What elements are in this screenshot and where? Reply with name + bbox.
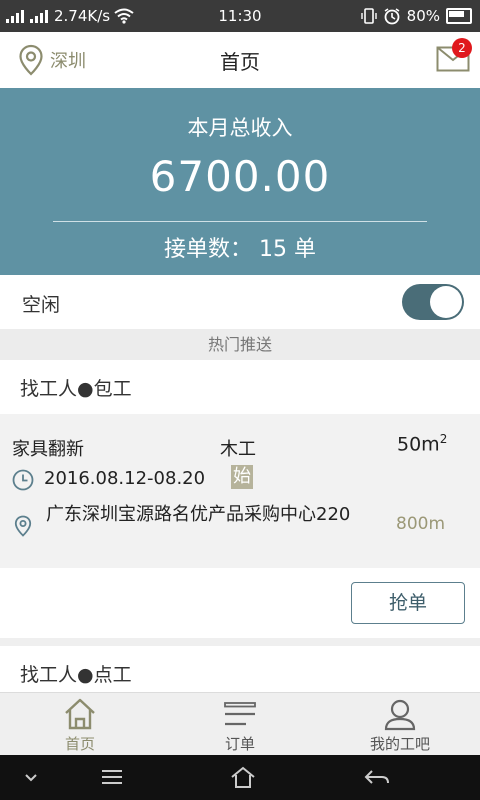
location-selector[interactable]: 深圳 xyxy=(18,44,86,76)
status-right: 80% xyxy=(360,7,472,25)
work-status-label: 空闲 xyxy=(22,294,61,316)
user-icon xyxy=(384,699,416,731)
order-count: 接单数： 15 单 xyxy=(164,237,316,262)
section-point-header[interactable]: 找工人●点工 xyxy=(0,646,480,692)
home-nav-icon[interactable] xyxy=(230,765,256,789)
back-icon[interactable] xyxy=(364,765,390,789)
tab-home[interactable]: 首页 xyxy=(0,693,160,756)
order-area: 50m2 xyxy=(397,432,447,455)
order-area-value: 50m xyxy=(397,433,440,456)
order-type: 木工 xyxy=(220,439,256,460)
address-pin-icon xyxy=(14,515,32,537)
work-status-row: 空闲 xyxy=(0,275,480,329)
messages-button[interactable]: 2 xyxy=(436,38,472,72)
battery-icon xyxy=(446,8,472,24)
toggle-knob xyxy=(430,286,462,318)
tab-my-workbar[interactable]: 我的工吧 xyxy=(320,693,480,756)
grab-order-button[interactable]: 抢单 xyxy=(351,582,465,624)
tab-my-workbar-label: 我的工吧 xyxy=(369,735,430,753)
vibrate-icon xyxy=(360,8,377,24)
system-nav-bar xyxy=(0,755,480,800)
order-date-range: 2016.08.12-08.20 xyxy=(44,468,206,489)
order-distance: 800m xyxy=(396,514,446,534)
tab-orders-label: 订单 xyxy=(224,735,255,753)
chevron-down-icon[interactable] xyxy=(24,765,38,789)
status-bar: 2.74K/s 11:30 80% xyxy=(0,0,480,32)
section-package-header[interactable]: 找工人●包工 xyxy=(0,360,480,414)
tab-home-label: 首页 xyxy=(64,735,95,753)
order-address: 广东深圳宝源路名优产品采购中心220 xyxy=(46,504,351,525)
idle-toggle[interactable] xyxy=(402,284,464,320)
app-bar: 深圳 首页 2 xyxy=(0,32,480,89)
monthly-income-amount: 6700.00 xyxy=(149,152,331,201)
location-label: 深圳 xyxy=(50,51,86,72)
section-point-title: 找工人●点工 xyxy=(20,664,132,686)
monthly-income-label: 本月总收入 xyxy=(187,116,293,140)
banner-divider xyxy=(53,221,427,222)
income-banner: 本月总收入 6700.00 接单数： 15 单 xyxy=(0,88,480,275)
battery-percent: 80% xyxy=(406,7,440,25)
alarm-icon xyxy=(384,8,400,25)
hot-push-header: 热门推送 xyxy=(0,329,480,360)
section-package-title: 找工人●包工 xyxy=(20,378,132,400)
order-name: 家具翻新 xyxy=(12,439,84,460)
clock-icon xyxy=(12,469,34,491)
start-tag: 始 xyxy=(231,465,253,489)
bottom-tab-bar: 首页 订单 我的工吧 xyxy=(0,692,480,756)
menu-icon[interactable] xyxy=(100,765,124,789)
order-area-unit-sup: 2 xyxy=(439,432,448,446)
home-icon xyxy=(65,698,95,730)
message-count-badge: 2 xyxy=(452,38,472,58)
order-card[interactable]: 家具翻新 木工 50m2 2016.08.12-08.20 始 广东深圳宝源路名… xyxy=(0,414,480,568)
location-pin-icon xyxy=(19,44,43,76)
grab-row: 抢单 xyxy=(0,568,480,638)
list-icon xyxy=(224,702,256,726)
tab-orders[interactable]: 订单 xyxy=(160,693,320,756)
